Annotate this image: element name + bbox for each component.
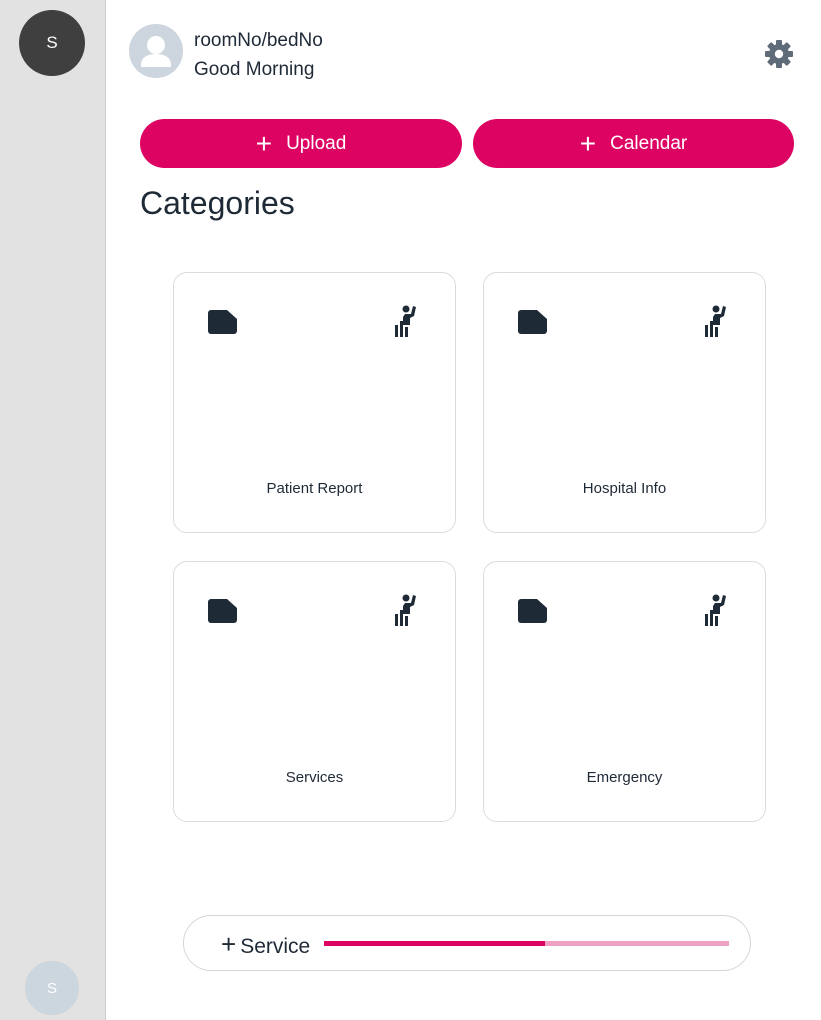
calendar-button[interactable]: + Calendar bbox=[473, 119, 794, 168]
plus-icon: + bbox=[255, 127, 273, 159]
person-waving-icon bbox=[705, 594, 726, 626]
plus-icon: + bbox=[221, 929, 237, 959]
add-service-button[interactable]: + Service bbox=[221, 931, 310, 959]
folder-icon bbox=[208, 599, 237, 623]
avatar-initial: S bbox=[46, 33, 58, 52]
upload-label: Upload bbox=[286, 132, 347, 154]
user-avatar-top[interactable]: S bbox=[19, 10, 85, 76]
card-label: Emergency bbox=[586, 769, 663, 786]
greeting-text: Good Morning bbox=[194, 59, 315, 80]
categories-heading: Categories bbox=[140, 185, 295, 221]
folder-icon bbox=[208, 310, 237, 334]
gear-icon bbox=[765, 40, 793, 68]
room-bed-label: roomNo/bedNo bbox=[194, 30, 323, 51]
profile-avatar[interactable] bbox=[129, 24, 183, 78]
user-avatar-bottom[interactable]: S bbox=[25, 961, 79, 1015]
upload-button[interactable]: + Upload bbox=[140, 119, 462, 168]
service-bar: + Service bbox=[183, 915, 751, 971]
folder-icon bbox=[518, 310, 547, 334]
plus-icon: + bbox=[579, 127, 597, 159]
folder-icon bbox=[518, 599, 547, 623]
avatar-initial: S bbox=[46, 979, 57, 997]
service-label: Service bbox=[240, 935, 311, 958]
category-card-hospital-info[interactable]: Hospital Info bbox=[483, 272, 766, 533]
service-progress-bar bbox=[324, 941, 729, 946]
card-label: Hospital Info bbox=[582, 480, 667, 497]
person-waving-icon bbox=[395, 594, 416, 626]
person-waving-icon bbox=[705, 305, 726, 337]
sidebar: S S bbox=[0, 0, 106, 1020]
category-card-services[interactable]: Services bbox=[173, 561, 456, 822]
category-card-patient-report[interactable]: Patient Report bbox=[173, 272, 456, 533]
category-card-emergency[interactable]: Emergency bbox=[483, 561, 766, 822]
service-progress-fill bbox=[324, 941, 545, 946]
card-label: Services bbox=[285, 769, 344, 786]
settings-button[interactable] bbox=[764, 39, 794, 69]
card-label: Patient Report bbox=[266, 480, 363, 497]
person-placeholder-icon bbox=[141, 36, 171, 67]
calendar-label: Calendar bbox=[610, 132, 688, 154]
person-waving-icon bbox=[395, 305, 416, 337]
